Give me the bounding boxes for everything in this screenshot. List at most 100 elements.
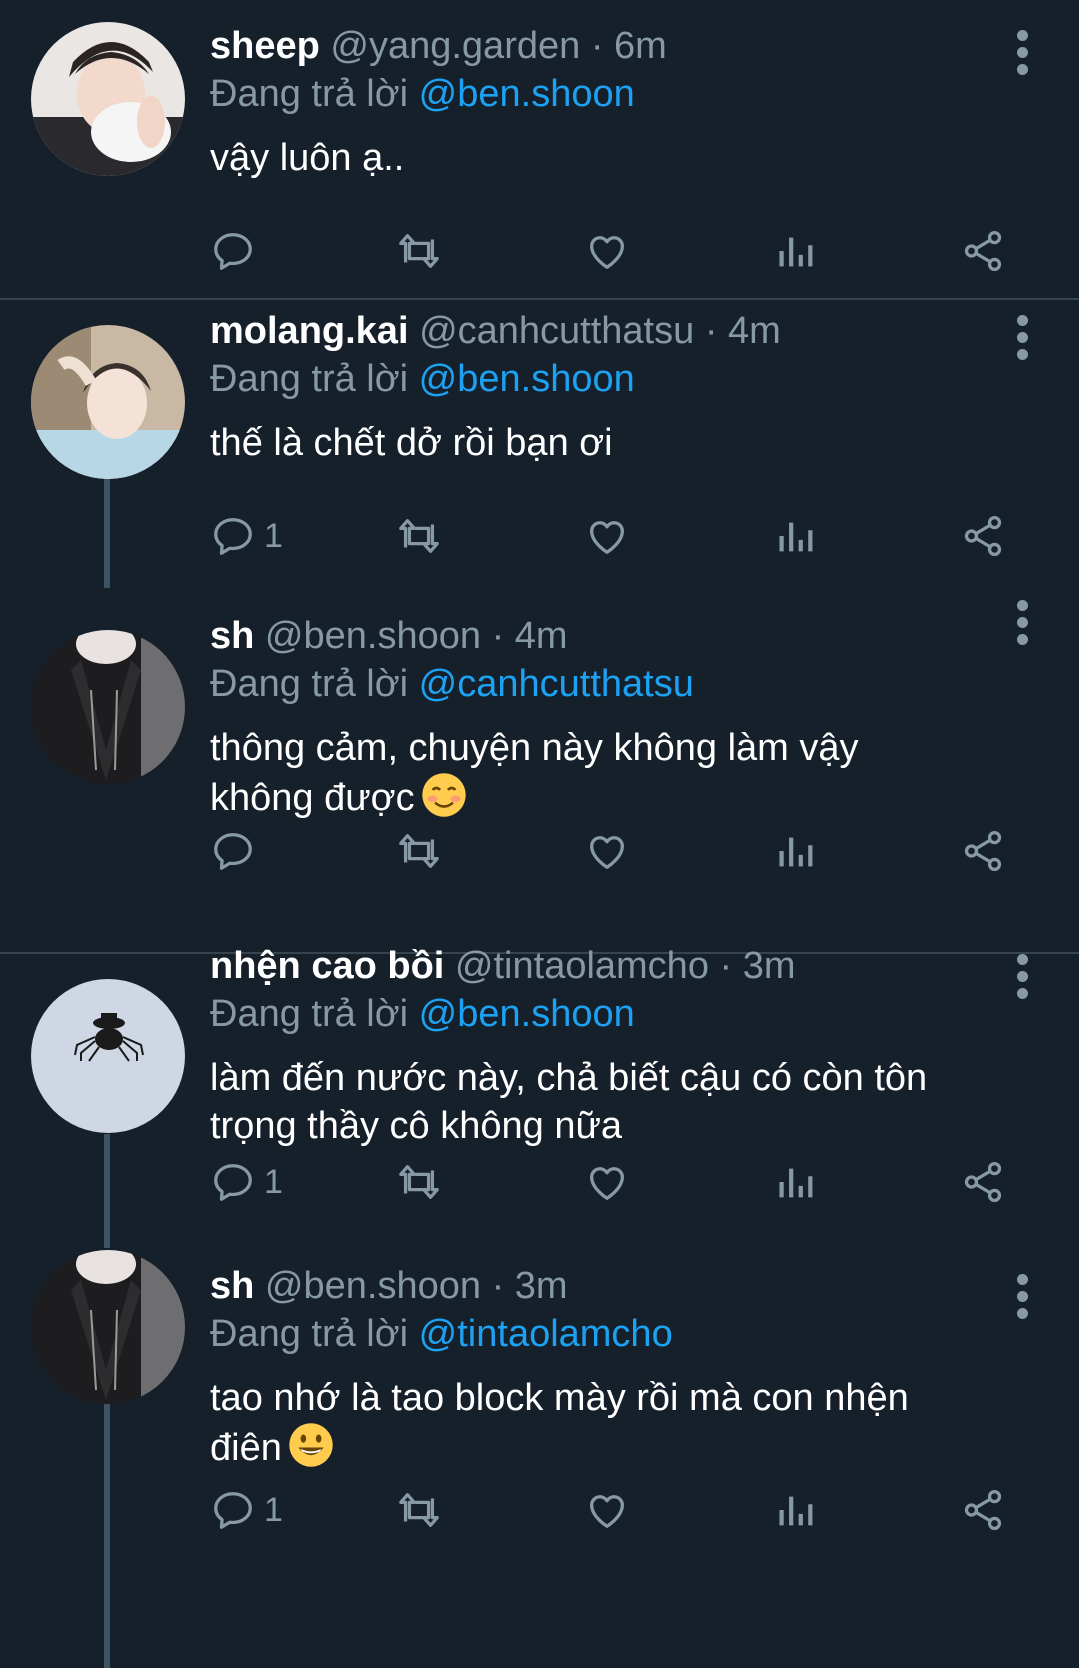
like-button[interactable] bbox=[584, 511, 630, 561]
display-name[interactable]: molang.kai bbox=[210, 310, 409, 352]
timestamp[interactable]: 3m bbox=[743, 945, 796, 987]
avatar[interactable] bbox=[31, 22, 185, 176]
tweet-actions: 1 bbox=[210, 1157, 1010, 1207]
tweet-actions: 1 bbox=[210, 511, 1010, 561]
reply-icon bbox=[210, 1487, 256, 1533]
display-name[interactable]: sh bbox=[210, 1265, 254, 1307]
retweet-button[interactable] bbox=[396, 511, 442, 561]
reply-button[interactable]: 1 bbox=[210, 511, 283, 561]
user-handle[interactable]: @ben.shoon bbox=[265, 1265, 481, 1307]
like-button[interactable] bbox=[584, 226, 630, 276]
display-name[interactable]: nhện cao bồi bbox=[210, 945, 444, 987]
tweet-item[interactable]: sheep @yang.garden · 6m Đang trả lời @be… bbox=[0, 0, 1079, 298]
more-options-icon[interactable] bbox=[1017, 315, 1029, 366]
reply-count: 1 bbox=[264, 516, 283, 555]
smiling-blush-emoji bbox=[421, 773, 466, 817]
like-icon bbox=[584, 228, 630, 274]
separator: · bbox=[491, 1265, 505, 1307]
analytics-button[interactable] bbox=[772, 1485, 818, 1535]
analytics-button[interactable] bbox=[772, 511, 818, 561]
avatar[interactable] bbox=[31, 1250, 185, 1404]
share-button[interactable] bbox=[960, 1157, 1006, 1207]
reply-button[interactable]: 1 bbox=[210, 1157, 283, 1207]
tweet-item[interactable]: sh @ben.shoon · 3m Đang trả lời @tintaol… bbox=[0, 1250, 1079, 1668]
more-options-icon[interactable] bbox=[1017, 954, 1029, 1005]
display-name[interactable]: sheep bbox=[210, 25, 320, 67]
avatar[interactable] bbox=[31, 979, 185, 1133]
user-handle[interactable]: @tintaolamcho bbox=[455, 945, 709, 987]
reply-mention-link[interactable]: @ben.shoon bbox=[419, 358, 635, 400]
retweet-icon bbox=[396, 513, 442, 559]
timestamp[interactable]: 6m bbox=[614, 25, 667, 67]
avatar[interactable] bbox=[31, 630, 185, 784]
reply-icon bbox=[210, 1159, 256, 1205]
user-handle[interactable]: @canhcutthatsu bbox=[419, 310, 694, 352]
tweet-text-line: thế là chết dở rồi bạn ơi bbox=[210, 422, 613, 464]
tweet-header: sh @ben.shoon · 4m bbox=[210, 612, 1019, 660]
tweet-text: làm đến nước này, chả biết cậu có còn tô… bbox=[210, 1054, 1019, 1150]
reply-mention-link[interactable]: @ben.shoon bbox=[419, 73, 635, 115]
retweet-icon bbox=[396, 828, 442, 874]
tweet-text: tao nhớ là tao block mày rồi mà con nhện… bbox=[210, 1374, 1019, 1472]
share-icon bbox=[960, 513, 1006, 559]
tweet-header: sheep @yang.garden · 6m bbox=[210, 22, 1019, 70]
timestamp[interactable]: 4m bbox=[515, 615, 568, 657]
tweet-item[interactable]: molang.kai @canhcutthatsu · 4m Đang trả … bbox=[0, 300, 1079, 600]
retweet-button[interactable] bbox=[396, 226, 442, 276]
reply-context: Đang trả lời @canhcutthatsu bbox=[210, 660, 1019, 708]
share-button[interactable] bbox=[960, 511, 1006, 561]
tweet-actions bbox=[210, 826, 1010, 876]
more-options-icon[interactable] bbox=[1017, 1274, 1029, 1325]
like-icon bbox=[584, 513, 630, 559]
user-handle[interactable]: @ben.shoon bbox=[265, 615, 481, 657]
analytics-icon bbox=[772, 228, 818, 274]
retweet-button[interactable] bbox=[396, 826, 442, 876]
retweet-icon bbox=[396, 1159, 442, 1205]
like-icon bbox=[584, 1159, 630, 1205]
analytics-icon bbox=[772, 513, 818, 559]
reply-context: Đang trả lời @ben.shoon bbox=[210, 990, 1019, 1038]
reply-mention-link[interactable]: @canhcutthatsu bbox=[419, 663, 694, 705]
reply-button[interactable] bbox=[210, 826, 264, 876]
reply-count: 1 bbox=[264, 1490, 283, 1529]
analytics-button[interactable] bbox=[772, 226, 818, 276]
user-handle[interactable]: @yang.garden bbox=[330, 25, 580, 67]
analytics-button[interactable] bbox=[772, 1157, 818, 1207]
tweet-text: thế là chết dở rồi bạn ơi bbox=[210, 419, 1019, 467]
retweet-icon bbox=[396, 1487, 442, 1533]
reply-button[interactable] bbox=[210, 226, 264, 276]
timestamp[interactable]: 4m bbox=[728, 310, 781, 352]
reply-prefix: Đang trả lời bbox=[210, 663, 409, 705]
retweet-button[interactable] bbox=[396, 1157, 442, 1207]
separator: · bbox=[590, 25, 604, 67]
tweet-item[interactable]: nhện cao bồi @tintaolamcho · 3m Đang trả… bbox=[0, 945, 1079, 1284]
reply-button[interactable]: 1 bbox=[210, 1485, 283, 1535]
tweet-header: sh @ben.shoon · 3m bbox=[210, 1262, 1019, 1310]
share-icon bbox=[960, 1487, 1006, 1533]
share-button[interactable] bbox=[960, 826, 1006, 876]
analytics-button[interactable] bbox=[772, 826, 818, 876]
analytics-icon bbox=[772, 1487, 818, 1533]
more-options-icon[interactable] bbox=[1017, 600, 1029, 651]
like-button[interactable] bbox=[584, 1485, 630, 1535]
reply-context: Đang trả lời @ben.shoon bbox=[210, 70, 1019, 118]
share-button[interactable] bbox=[960, 226, 1006, 276]
display-name[interactable]: sh bbox=[210, 615, 254, 657]
share-icon bbox=[960, 228, 1006, 274]
tweet-text: thông cảm, chuyện này không làm vậy khôn… bbox=[210, 724, 1019, 822]
avatar[interactable] bbox=[31, 325, 185, 479]
more-options-icon[interactable] bbox=[1017, 30, 1029, 81]
separator: · bbox=[719, 945, 733, 987]
timestamp[interactable]: 3m bbox=[515, 1265, 568, 1307]
like-button[interactable] bbox=[584, 826, 630, 876]
reply-context: Đang trả lời @ben.shoon bbox=[210, 355, 1019, 403]
retweet-button[interactable] bbox=[396, 1485, 442, 1535]
retweet-icon bbox=[396, 228, 442, 274]
tweet-text: vậy luôn ạ.. bbox=[210, 134, 1019, 182]
reply-prefix: Đang trả lời bbox=[210, 993, 409, 1035]
like-button[interactable] bbox=[584, 1157, 630, 1207]
tweet-item[interactable]: sh @ben.shoon · 4m Đang trả lời @canhcut… bbox=[0, 600, 1079, 952]
reply-mention-link[interactable]: @ben.shoon bbox=[419, 993, 635, 1035]
reply-mention-link[interactable]: @tintaolamcho bbox=[419, 1313, 673, 1355]
share-button[interactable] bbox=[960, 1485, 1006, 1535]
